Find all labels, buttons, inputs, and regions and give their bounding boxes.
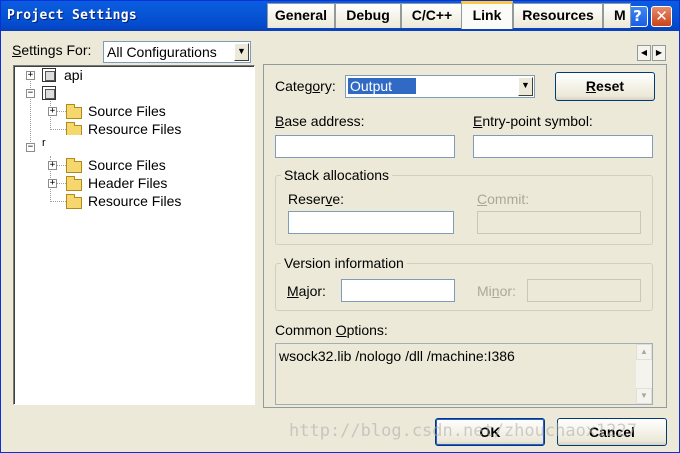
major-input[interactable] [341,279,455,302]
project-icon [42,86,56,100]
commit-label: Commit: [477,191,530,207]
scroll-down-icon[interactable]: ▼ [636,388,652,404]
common-options-label: Common Options: [275,322,388,338]
tree-item-project[interactable]: − [26,85,66,103]
minor-input [527,279,641,302]
category-label: Category: [275,78,336,94]
expand-plus-icon[interactable]: + [26,71,35,80]
watermark: http://blog.csdn.net/zhouchaox1227 [289,421,637,441]
tree-item-label: Header Files [88,175,168,191]
expand-plus-icon[interactable]: + [48,179,57,188]
base-address-label: Base address: [275,113,365,129]
scroll-up-icon[interactable]: ▲ [636,344,652,360]
common-options-textarea[interactable]: wsock32.lib /nologo /dll /machine:I386 ▲… [275,343,653,405]
close-button[interactable]: ✕ [651,6,672,27]
category-select[interactable]: Output ▼ [345,75,535,98]
tree-item-label: r [42,137,46,149]
expand-plus-icon[interactable]: + [48,161,57,170]
tree-item-resource-files[interactable]: Resource Files [48,193,228,211]
chevron-left-icon[interactable]: ◀ [637,45,651,61]
folder-icon [66,176,82,191]
expand-plus-icon[interactable]: + [48,107,57,116]
window-title: Project Settings [7,8,138,23]
stack-allocations-group [275,175,653,245]
base-address-input[interactable] [275,135,455,158]
configuration-select[interactable]: All Configurations ▼ [103,41,251,63]
reset-button[interactable]: Reset [555,72,655,101]
folder-icon [66,158,82,173]
tab-link[interactable]: Link [461,1,513,29]
collapse-minus-icon[interactable]: − [26,143,35,152]
version-information-title: Version information [281,255,407,271]
folder-icon [66,122,82,135]
tree-item-label: Source Files [88,103,166,119]
commit-input [477,211,641,234]
entry-point-input[interactable] [473,135,653,158]
project-settings-dialog: Project Settings ? ✕ Settings For: All C… [0,0,680,453]
project-icon [42,68,56,82]
tree-item-label: Source Files [88,157,166,173]
settings-for-label-rest: ettings For: [21,42,92,58]
major-label: Major: [287,283,326,299]
tree-item-header-files[interactable]: + Header Files [48,175,208,193]
tree-item-api[interactable]: + api [26,67,146,85]
vertical-scrollbar[interactable]: ▲ ▼ [636,344,652,404]
settings-for-label: Settings For: [12,42,92,58]
folder-icon [66,194,82,209]
reserve-input[interactable] [288,211,454,234]
configuration-value: All Configurations [107,44,217,60]
tab-c-cpp[interactable]: C/C++ [401,3,463,28]
chevron-down-icon[interactable]: ▼ [518,77,533,96]
tab-debug[interactable]: Debug [335,3,401,28]
tree-item-project[interactable]: − r [26,137,86,157]
reserve-label: Reserve: [288,191,345,207]
chevron-right-icon[interactable]: ▶ [652,45,666,61]
tree-item-source-files[interactable]: + Source Files [48,157,208,175]
tree-item-label: Resource Files [88,193,182,209]
chevron-down-icon[interactable]: ▼ [234,43,249,61]
tab-general[interactable]: General [267,3,335,28]
collapse-minus-icon[interactable]: − [26,89,35,98]
tree-item-resource-files[interactable]: Resource Files [48,121,228,135]
entry-point-label: Entry-point symbol: [473,113,593,129]
common-options-value: wsock32.lib /nologo /dll /machine:I386 [279,348,515,364]
tree-item-label: Resource Files [88,121,182,135]
tab-more[interactable]: M [603,3,631,28]
minor-label: Minor: [477,283,516,299]
category-value: Output [348,78,417,94]
tab-resources[interactable]: Resources [513,3,603,28]
tree-item-source-files[interactable]: + Source Files [48,103,208,121]
tree-item-label: api [64,67,83,83]
stack-allocations-title: Stack allocations [281,167,393,183]
folder-icon [66,104,82,119]
project-tree[interactable]: + api − + Source Files Resource Files − … [13,65,255,405]
